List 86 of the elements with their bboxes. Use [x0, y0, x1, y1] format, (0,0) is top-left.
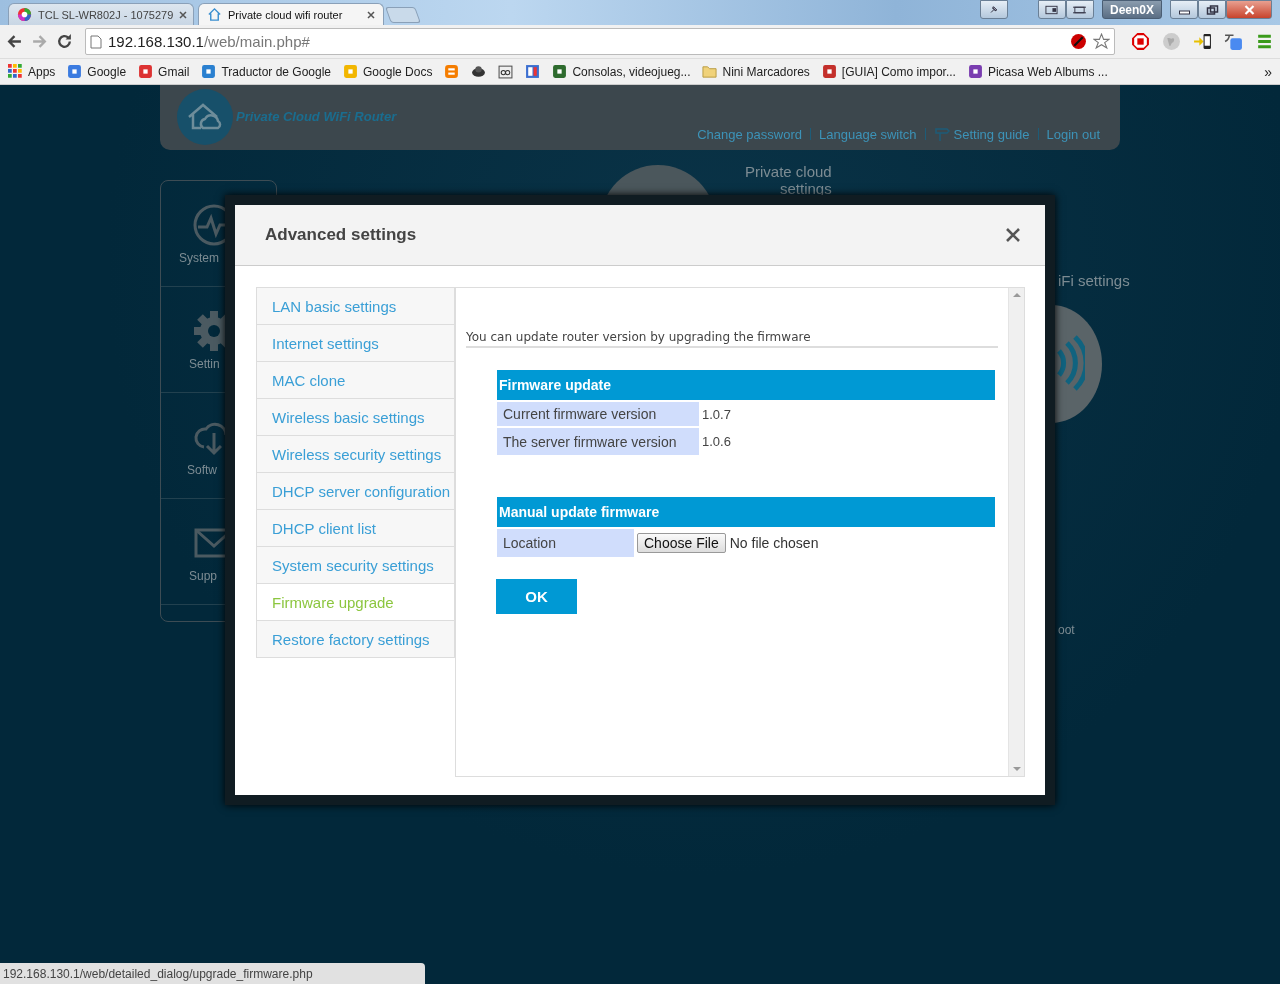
header-link[interactable]: Language switch: [819, 126, 917, 142]
bookmark[interactable]: Consolas, videojueg...: [552, 64, 691, 79]
window-button[interactable]: [1065, 0, 1094, 19]
signpost-icon: [933, 126, 950, 142]
back-icon[interactable]: [6, 33, 23, 50]
field-value: 1.0.7: [702, 406, 731, 422]
house-cloud-icon: [177, 88, 233, 145]
phone-icon[interactable]: [1193, 32, 1212, 51]
settings-menu-item[interactable]: MAC clone: [256, 362, 455, 399]
choose-file-button[interactable]: Choose File: [637, 533, 726, 553]
bookmark[interactable]: Gmail: [138, 64, 190, 79]
bookmark-icon: [67, 64, 83, 79]
file-status: No file chosen: [729, 535, 819, 551]
header-link[interactable]: Change password: [697, 126, 802, 142]
section-header: Firmware update: [497, 370, 995, 400]
bookmark[interactable]: Nini Marcadores: [702, 64, 810, 79]
field-label: Location: [497, 529, 634, 557]
tile-label: iFi settings: [1058, 272, 1130, 289]
menu-icon[interactable]: [1255, 32, 1274, 51]
close-icon[interactable]: [1005, 227, 1021, 243]
pin-button[interactable]: [979, 0, 1008, 19]
blocked-icon[interactable]: [1070, 33, 1087, 50]
field-value: 1.0.6: [702, 434, 731, 449]
settings-menu-item[interactable]: DHCP client list: [256, 510, 455, 547]
bookmark-icon: [201, 64, 217, 79]
field-label: The server firmware version: [497, 428, 699, 455]
star-icon[interactable]: [1093, 33, 1110, 50]
window-icon: [1045, 4, 1059, 15]
side-menu-label[interactable]: Supp: [189, 568, 218, 583]
bookmark[interactable]: Traductor de Google: [201, 64, 332, 79]
profile-button[interactable]: Deen0X: [1101, 0, 1162, 19]
section-header: Manual update firmware: [497, 497, 995, 527]
tile-label: Private cloud settings: [745, 163, 832, 197]
bookmark-icon: [967, 64, 983, 79]
browser-tab[interactable]: Private cloud wifi router: [198, 3, 384, 25]
pinwheel-icon: [17, 7, 32, 22]
close-window-button[interactable]: [1226, 0, 1272, 19]
app-grid-icon: [8, 64, 23, 79]
bookmark[interactable]: Apps: [8, 64, 56, 79]
bookmark-icon: [552, 64, 568, 79]
bookmark[interactable]: [GUIA] Como impor...: [821, 64, 956, 79]
browser-tab[interactable]: TCL SL-WR802J - 1075279: [8, 3, 194, 25]
bookmark[interactable]: Picasa Web Albums ...: [967, 64, 1108, 79]
window-button[interactable]: [1037, 0, 1066, 19]
bookmark-icon[interactable]: [471, 64, 487, 79]
settings-menu-item[interactable]: Internet settings: [256, 325, 455, 362]
header-link[interactable]: Setting guide: [953, 126, 1030, 142]
bookmark-icon: [821, 64, 837, 79]
calendar-icon[interactable]: [525, 64, 541, 79]
settings-menu-item[interactable]: System security settings: [256, 547, 455, 584]
intro-text: You can update router version by upgrading the firmware: [466, 330, 998, 348]
reload-icon[interactable]: [56, 33, 73, 50]
dialog-title: Advanced settings: [265, 225, 417, 245]
bookmark[interactable]: Google Docs: [343, 64, 433, 79]
close-icon[interactable]: [367, 10, 375, 19]
ok-button[interactable]: OK: [496, 579, 577, 614]
stop-sign-icon[interactable]: [1131, 32, 1150, 51]
close-icon[interactable]: [179, 10, 188, 19]
close-icon: [1242, 4, 1256, 15]
maximize-button[interactable]: [1198, 0, 1226, 19]
settings-menu-item[interactable]: Restore factory settings: [256, 621, 455, 658]
bookmark-icon[interactable]: [498, 64, 514, 79]
window-icon: [1073, 4, 1087, 15]
logo-text: Private Cloud WiFi Router: [236, 109, 397, 124]
settings-menu-item[interactable]: Wireless basic settings: [256, 399, 455, 436]
page-icon: [90, 34, 102, 49]
house-icon: [207, 7, 222, 22]
tile-label: oot: [1058, 623, 1075, 637]
restore-icon: [1205, 4, 1219, 15]
bookmark-icon: [343, 64, 359, 79]
folder-icon: [702, 64, 718, 79]
wifi-icon: [1055, 333, 1085, 393]
status-bar: 192.168.130.1/web/detailed_dialog/upgrade_firmware.php: [0, 963, 425, 984]
side-menu-label[interactable]: Softw: [187, 462, 217, 477]
field-label: Current firmware version: [497, 402, 699, 426]
address-field[interactable]: 192.168.130.1/web/main.php#: [108, 33, 310, 50]
settings-menu-item[interactable]: LAN basic settings: [256, 288, 455, 325]
side-menu-label[interactable]: Settin: [189, 356, 220, 371]
more-bookmarks-button[interactable]: »: [1264, 63, 1272, 80]
header-link[interactable]: Login out: [1046, 126, 1100, 142]
bookmark[interactable]: Google: [67, 64, 127, 79]
settings-menu-item[interactable]: DHCP server configuration: [256, 473, 455, 510]
bookmark-icon: [138, 64, 154, 79]
translate-icon[interactable]: [1224, 32, 1243, 51]
settings-menu-item[interactable]: Wireless security settings: [256, 436, 455, 473]
side-menu-label[interactable]: System: [179, 250, 219, 265]
